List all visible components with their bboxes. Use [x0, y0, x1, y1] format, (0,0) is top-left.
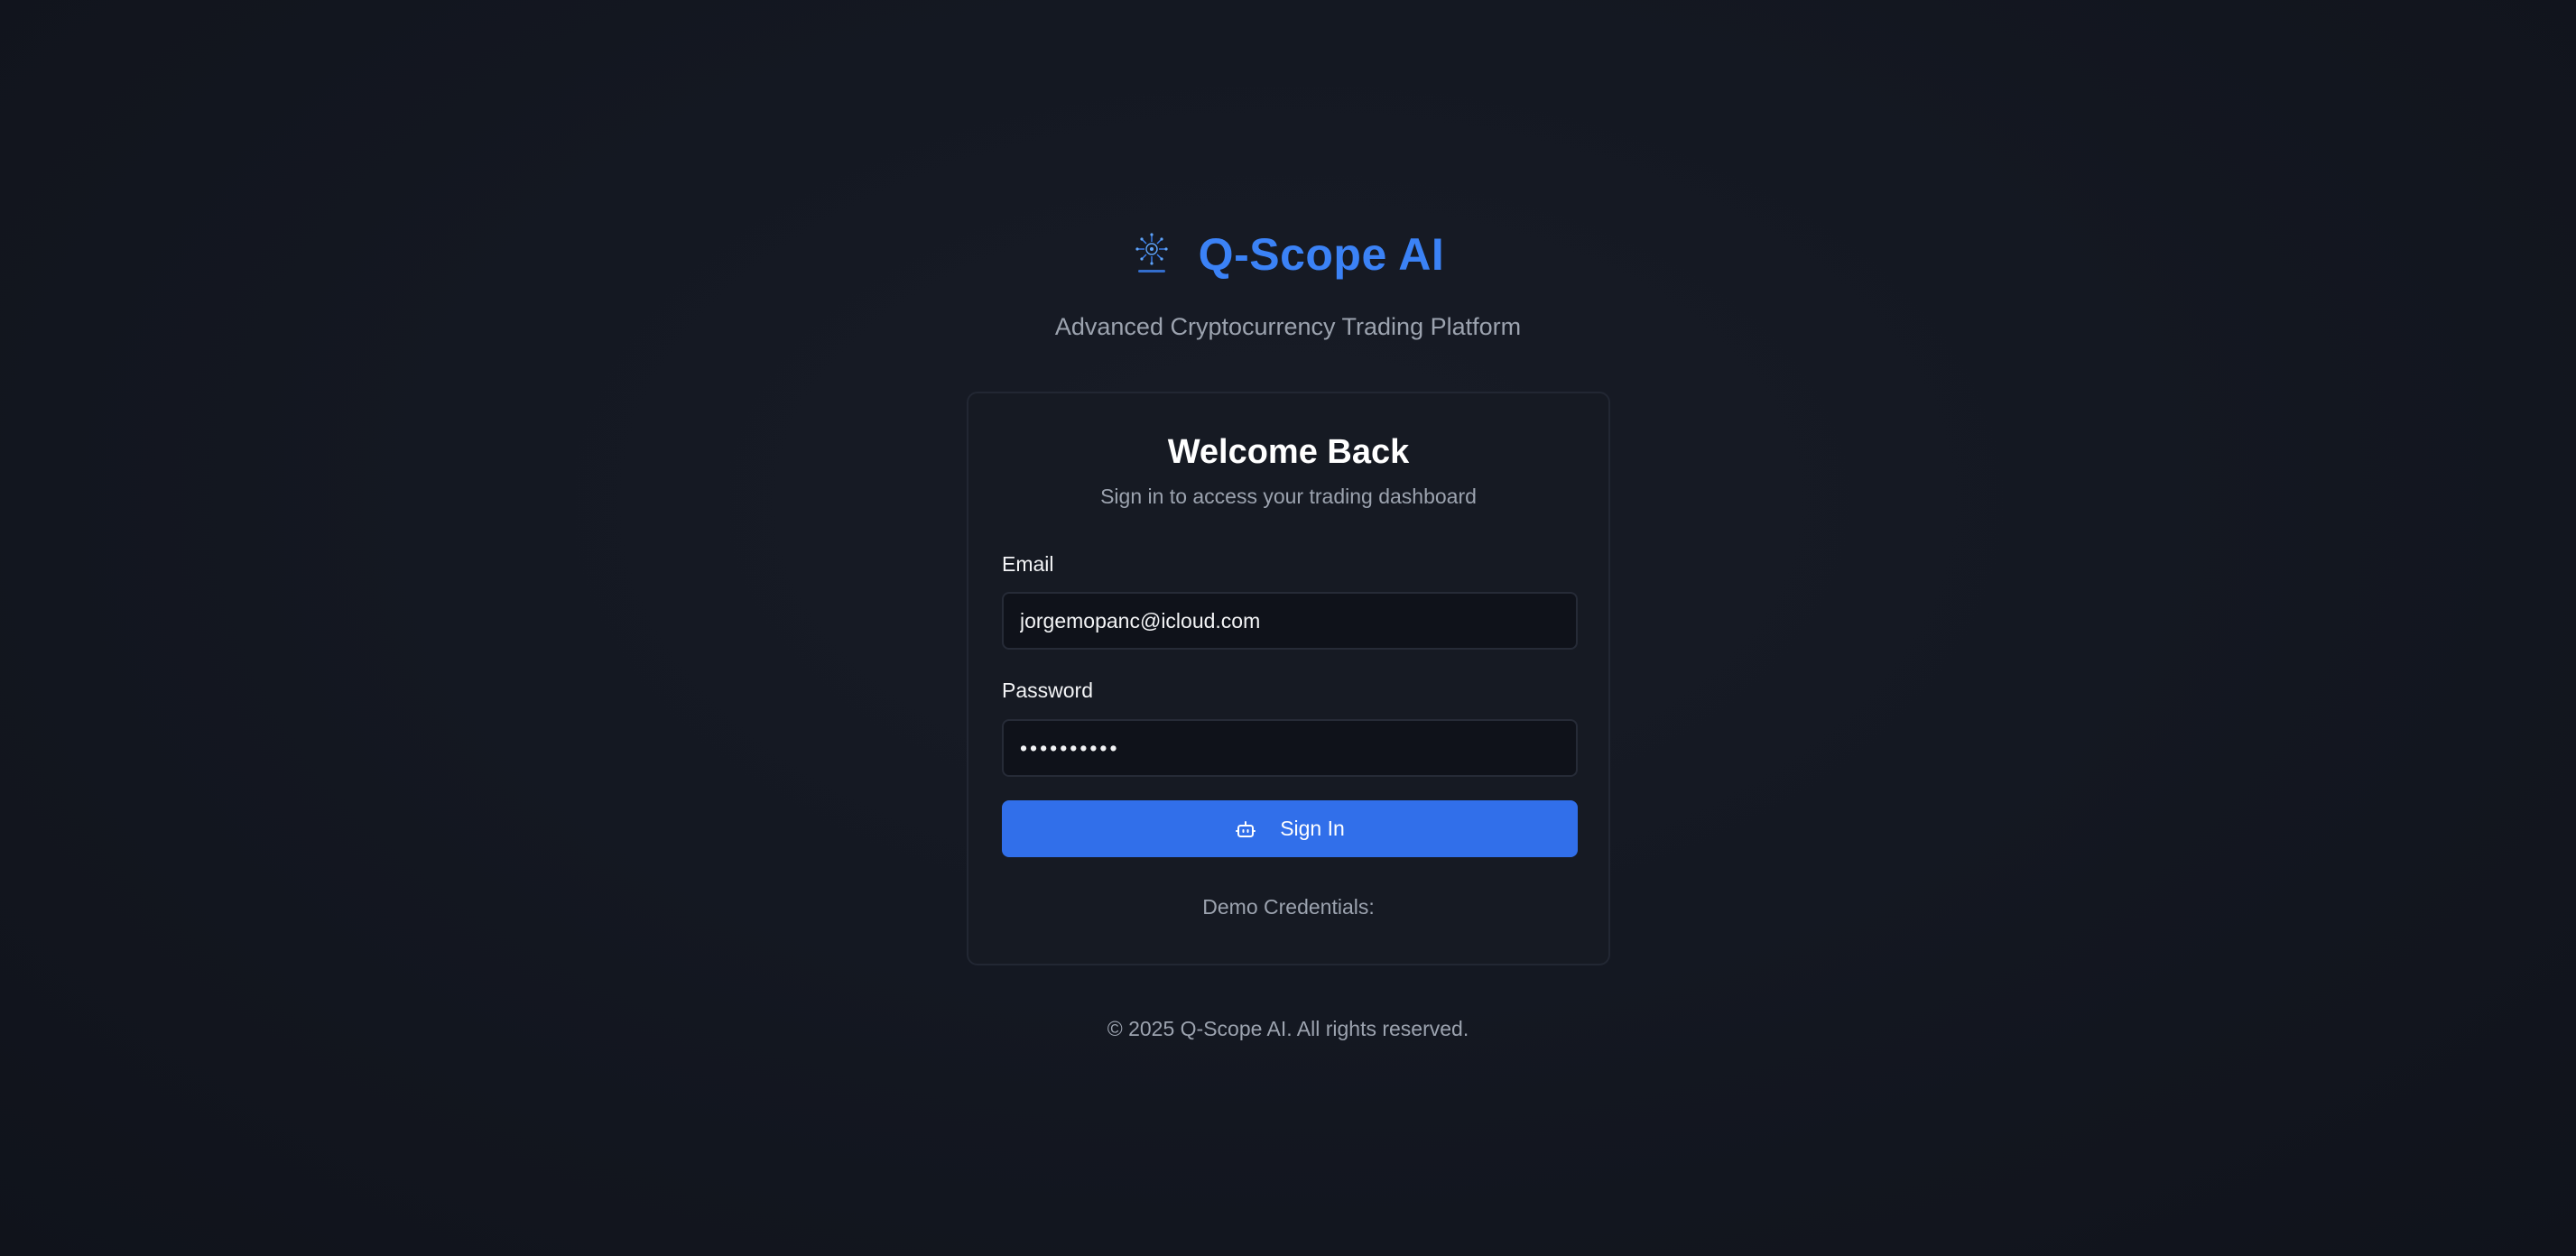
brand-title: Q-Scope AI: [1198, 229, 1445, 280]
bot-icon: [1235, 818, 1256, 840]
card-title: Welcome Back: [1167, 433, 1410, 471]
footer-copyright: © 2025 Q-Scope AI. All rights reserved.: [1107, 1017, 1469, 1040]
brand-subtitle: Advanced Cryptocurrency Trading Platform: [1054, 313, 1522, 340]
card-subtitle: Sign in to access your trading dashboard: [1100, 485, 1477, 508]
sign-in-label: Sign In: [1280, 817, 1345, 840]
login-page: Q-Scope AI Advanced Cryptocurrency Tradi…: [0, 0, 2576, 1256]
email-field[interactable]: [1002, 592, 1578, 650]
demo-credentials-label: Demo Credentials:: [1202, 895, 1375, 919]
password-label: Password: [1002, 679, 1093, 702]
qscope-logo-icon: [1132, 231, 1172, 278]
password-field[interactable]: [1002, 719, 1578, 777]
sign-in-button[interactable]: Sign In: [1002, 800, 1578, 857]
login-card: Welcome Back Sign in to access your trad…: [967, 392, 1610, 965]
brand-header: Q-Scope AI: [0, 224, 2576, 285]
email-label: Email: [1002, 552, 1054, 576]
